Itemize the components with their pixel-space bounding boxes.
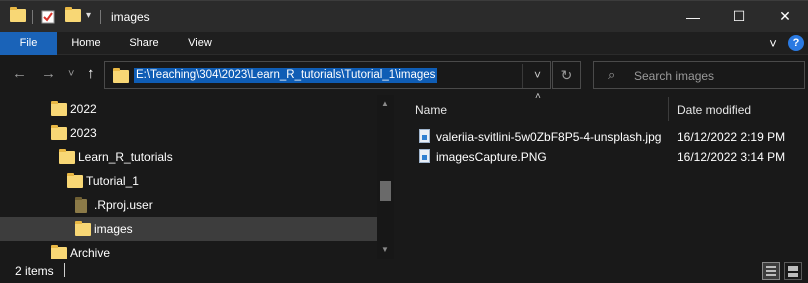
up-arrow-icon[interactable]: ↑ [87, 66, 95, 82]
tree-item-label: 2023 [70, 126, 97, 140]
file-list-pane: ˄ Name Date modified valeriia-svitlini-5… [396, 91, 808, 259]
folder-icon [75, 221, 91, 236]
column-divider[interactable] [668, 97, 669, 121]
folder-icon [59, 149, 75, 164]
file-date: 16/12/2022 2:19 PM [677, 130, 786, 144]
tab-home[interactable]: Home [64, 32, 108, 55]
forward-arrow-icon[interactable]: → [41, 66, 56, 82]
search-box[interactable]: ⌕ Search images [593, 61, 805, 89]
title-separator-2 [100, 10, 101, 24]
folder-icon [51, 101, 67, 116]
tree-item-tutorial-1[interactable]: Tutorial_1 [0, 169, 377, 193]
tree-item-label: Tutorial_1 [86, 174, 139, 188]
file-row[interactable]: valeriia-svitlini-5w0ZbF8P5-4-unsplash.j… [416, 127, 804, 147]
item-count: 2 items [15, 264, 54, 278]
image-file-icon [419, 149, 430, 163]
tree-item-label: Learn_R_tutorials [78, 150, 173, 164]
folder-app-icon[interactable] [10, 7, 26, 22]
folder-icon [67, 173, 83, 188]
back-arrow-icon[interactable]: ← [12, 66, 27, 82]
close-button[interactable]: ✕ [762, 1, 808, 32]
ribbon-tabs: File Home Share View ˅ ? [0, 32, 808, 55]
details-view-icon[interactable] [762, 262, 780, 280]
file-row[interactable]: imagesCapture.PNG 16/12/2022 3:14 PM [416, 147, 804, 167]
title-separator [32, 10, 33, 24]
address-path[interactable]: E:\Teaching\304\2023\Learn_R_tutorials\T… [134, 68, 438, 83]
tree-item-rproj-user[interactable]: .Rproj.user [0, 193, 377, 217]
help-icon[interactable]: ? [788, 35, 804, 51]
scroll-down-icon[interactable]: ▼ [381, 245, 389, 254]
tree-item-images[interactable]: images [0, 217, 377, 241]
minimize-button[interactable]: — [670, 1, 716, 32]
recent-locations-icon[interactable]: ˅ [68, 66, 74, 82]
new-folder-icon[interactable] [65, 7, 81, 22]
column-header-date-modified[interactable]: Date modified [677, 103, 751, 117]
image-file-icon [419, 129, 430, 143]
folder-icon [75, 197, 87, 213]
tree-item-2023[interactable]: 2023 [0, 121, 377, 145]
maximize-button[interactable]: ☐ [716, 1, 762, 32]
large-icons-view-icon[interactable] [784, 262, 802, 280]
folder-icon [51, 125, 67, 140]
title-bar: ▾ images — ☐ ✕ [0, 0, 808, 32]
navigation-scrollbar[interactable]: ▲ ▼ [377, 95, 394, 259]
address-dropdown-icon[interactable]: ˅ [522, 64, 552, 88]
scroll-up-icon[interactable]: ▲ [381, 99, 389, 108]
tree-item-label: .Rproj.user [94, 198, 153, 212]
properties-icon[interactable] [41, 9, 55, 27]
navigation-pane: 2022 2023 Learn_R_tutorials Tutorial_1 .… [0, 95, 395, 259]
file-date: 16/12/2022 3:14 PM [677, 150, 786, 164]
scrollbar-thumb[interactable] [380, 181, 391, 201]
expand-ribbon-icon[interactable]: ˅ [764, 32, 782, 55]
sort-ascending-icon: ˄ [535, 91, 541, 102]
customize-toolbar-icon[interactable]: ▾ [86, 10, 91, 21]
address-bar[interactable]: E:\Teaching\304\2023\Learn_R_tutorials\T… [104, 61, 551, 89]
search-placeholder: Search images [634, 69, 715, 83]
tree-item-learn-r-tutorials[interactable]: Learn_R_tutorials [0, 145, 377, 169]
folder-icon [51, 245, 67, 259]
tree-item-label: Archive [70, 246, 111, 259]
refresh-icon[interactable]: ↻ [552, 61, 581, 89]
tab-share[interactable]: Share [122, 32, 166, 55]
file-name: imagesCapture.PNG [436, 150, 547, 164]
file-name: valeriia-svitlini-5w0ZbF8P5-4-unsplash.j… [436, 130, 662, 144]
status-bar: 2 items [0, 259, 808, 283]
column-header-name[interactable]: Name [415, 103, 447, 117]
tab-view[interactable]: View [178, 32, 222, 55]
tree-item-2022[interactable]: 2022 [0, 97, 377, 121]
search-icon: ⌕ [608, 67, 616, 82]
navigation-bar: ← → ˅ ↑ E:\Teaching\304\2023\Learn_R_tut… [0, 55, 808, 95]
tree-item-label: images [94, 222, 133, 236]
window-title: images [111, 10, 150, 24]
tree-item-archive[interactable]: Archive [0, 241, 377, 259]
status-divider [64, 263, 65, 277]
tab-file[interactable]: File [0, 32, 57, 55]
tree-item-label: 2022 [70, 102, 97, 116]
address-folder-icon [113, 68, 129, 83]
